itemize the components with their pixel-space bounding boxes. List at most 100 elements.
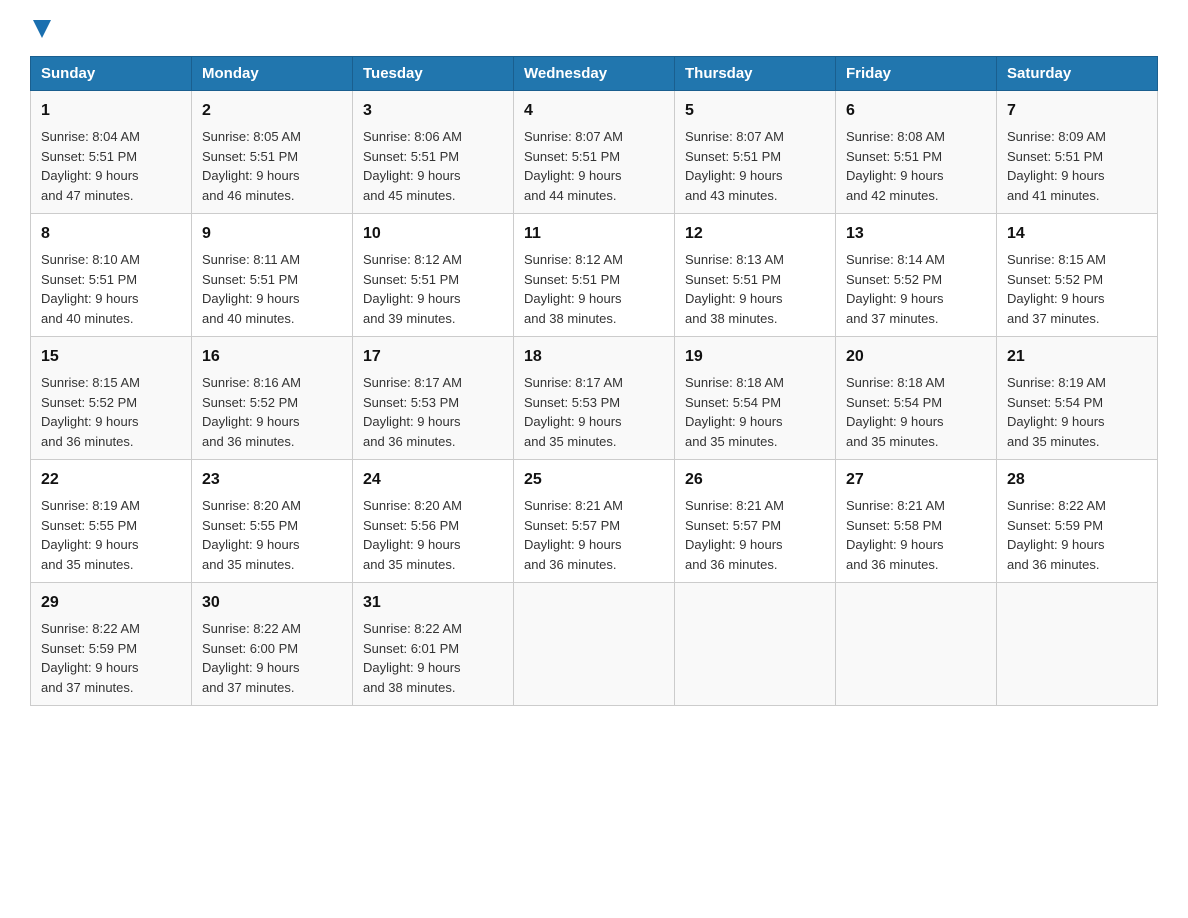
- day-number: 18: [524, 345, 664, 369]
- calendar-cell: [836, 583, 997, 706]
- calendar-cell: 27 Sunrise: 8:21 AMSunset: 5:58 PMDayligh…: [836, 460, 997, 583]
- calendar-cell: 3Sunrise: 8:06 AMSunset: 5:51 PMDaylight…: [353, 91, 514, 214]
- calendar-week-row: 15 Sunrise: 8:15 AMSunset: 5:52 PMDayligh…: [31, 337, 1158, 460]
- calendar-cell: 17 Sunrise: 8:17 AMSunset: 5:53 PMDayligh…: [353, 337, 514, 460]
- calendar-cell: 14Sunrise: 8:15 AMSunset: 5:52 PMDayligh…: [997, 214, 1158, 337]
- logo: [30, 20, 51, 38]
- calendar-cell: 22Sunrise: 8:19 AMSunset: 5:55 PMDayligh…: [31, 460, 192, 583]
- day-number: 21: [1007, 345, 1147, 369]
- logo-blue-text: [30, 20, 51, 38]
- calendar-week-row: 1 Sunrise: 8:04 AMSunset: 5:51 PMDaylight…: [31, 91, 1158, 214]
- day-number: 20: [846, 345, 986, 369]
- day-info: Sunrise: 8:05 AMSunset: 5:51 PMDaylight:…: [202, 127, 342, 205]
- calendar-cell: 16 Sunrise: 8:16 AMSunset: 5:52 PMDayligh…: [192, 337, 353, 460]
- calendar-cell: [675, 583, 836, 706]
- day-info: Sunrise: 8:10 AMSunset: 5:51 PMDaylight:…: [41, 250, 181, 328]
- calendar-cell: 15 Sunrise: 8:15 AMSunset: 5:52 PMDayligh…: [31, 337, 192, 460]
- day-info: Sunrise: 8:18 AMSunset: 5:54 PMDaylight:…: [685, 373, 825, 451]
- weekday-header-friday: Friday: [836, 57, 997, 91]
- weekday-header-thursday: Thursday: [675, 57, 836, 91]
- day-info: Sunrise: 8:17 AMSunset: 5:53 PMDaylight:…: [363, 373, 503, 451]
- weekday-header-sunday: Sunday: [31, 57, 192, 91]
- calendar-cell: 11Sunrise: 8:12 AMSunset: 5:51 PMDayligh…: [514, 214, 675, 337]
- day-info: Sunrise: 8:16 AMSunset: 5:52 PMDaylight:…: [202, 373, 342, 451]
- day-number: 27: [846, 468, 986, 492]
- weekday-header-tuesday: Tuesday: [353, 57, 514, 91]
- day-info: Sunrise: 8:22 AMSunset: 5:59 PMDaylight:…: [41, 619, 181, 697]
- day-info: Sunrise: 8:13 AMSunset: 5:51 PMDaylight:…: [685, 250, 825, 328]
- calendar-cell: 31 Sunrise: 8:22 AMSunset: 6:01 PMDayligh…: [353, 583, 514, 706]
- day-number: 4: [524, 99, 664, 123]
- day-info: Sunrise: 8:06 AMSunset: 5:51 PMDaylight:…: [363, 127, 503, 205]
- day-number: 30: [202, 591, 342, 615]
- day-number: 31: [363, 591, 503, 615]
- calendar-table: SundayMondayTuesdayWednesdayThursdayFrid…: [30, 56, 1158, 706]
- calendar-cell: 23 Sunrise: 8:20 AMSunset: 5:55 PMDayligh…: [192, 460, 353, 583]
- day-info: Sunrise: 8:15 AMSunset: 5:52 PMDaylight:…: [41, 373, 181, 451]
- day-info: Sunrise: 8:22 AMSunset: 6:01 PMDaylight:…: [363, 619, 503, 697]
- day-number: 5: [685, 99, 825, 123]
- day-info: Sunrise: 8:12 AMSunset: 5:51 PMDaylight:…: [363, 250, 503, 328]
- day-number: 15: [41, 345, 181, 369]
- day-number: 19: [685, 345, 825, 369]
- day-info: Sunrise: 8:08 AMSunset: 5:51 PMDaylight:…: [846, 127, 986, 205]
- day-number: 17: [363, 345, 503, 369]
- day-info: Sunrise: 8:04 AMSunset: 5:51 PMDaylight:…: [41, 127, 181, 205]
- calendar-cell: 2 Sunrise: 8:05 AMSunset: 5:51 PMDaylight…: [192, 91, 353, 214]
- day-info: Sunrise: 8:21 AMSunset: 5:58 PMDaylight:…: [846, 496, 986, 574]
- day-number: 22: [41, 468, 181, 492]
- calendar-cell: 28 Sunrise: 8:22 AMSunset: 5:59 PMDayligh…: [997, 460, 1158, 583]
- day-info: Sunrise: 8:21 AMSunset: 5:57 PMDaylight:…: [524, 496, 664, 574]
- calendar-cell: [514, 583, 675, 706]
- calendar-cell: [997, 583, 1158, 706]
- calendar-cell: 30 Sunrise: 8:22 AMSunset: 6:00 PMDayligh…: [192, 583, 353, 706]
- day-number: 16: [202, 345, 342, 369]
- calendar-cell: 5Sunrise: 8:07 AMSunset: 5:51 PMDaylight…: [675, 91, 836, 214]
- day-number: 14: [1007, 222, 1147, 246]
- day-info: Sunrise: 8:22 AMSunset: 6:00 PMDaylight:…: [202, 619, 342, 697]
- calendar-body: 1 Sunrise: 8:04 AMSunset: 5:51 PMDaylight…: [31, 91, 1158, 706]
- day-info: Sunrise: 8:07 AMSunset: 5:51 PMDaylight:…: [524, 127, 664, 205]
- day-info: Sunrise: 8:11 AMSunset: 5:51 PMDaylight:…: [202, 250, 342, 328]
- day-info: Sunrise: 8:18 AMSunset: 5:54 PMDaylight:…: [846, 373, 986, 451]
- day-number: 11: [524, 222, 664, 246]
- weekday-header-wednesday: Wednesday: [514, 57, 675, 91]
- logo-triangle-icon: [33, 20, 51, 38]
- calendar-cell: 18 Sunrise: 8:17 AMSunset: 5:53 PMDayligh…: [514, 337, 675, 460]
- calendar-cell: 7 Sunrise: 8:09 AMSunset: 5:51 PMDaylight…: [997, 91, 1158, 214]
- calendar-cell: 8 Sunrise: 8:10 AMSunset: 5:51 PMDaylight…: [31, 214, 192, 337]
- day-info: Sunrise: 8:20 AMSunset: 5:55 PMDaylight:…: [202, 496, 342, 574]
- day-info: Sunrise: 8:20 AMSunset: 5:56 PMDaylight:…: [363, 496, 503, 574]
- calendar-cell: 6Sunrise: 8:08 AMSunset: 5:51 PMDaylight…: [836, 91, 997, 214]
- day-info: Sunrise: 8:14 AMSunset: 5:52 PMDaylight:…: [846, 250, 986, 328]
- calendar-cell: 10 Sunrise: 8:12 AMSunset: 5:51 PMDayligh…: [353, 214, 514, 337]
- day-number: 2: [202, 99, 342, 123]
- day-number: 8: [41, 222, 181, 246]
- calendar-cell: 12Sunrise: 8:13 AMSunset: 5:51 PMDayligh…: [675, 214, 836, 337]
- day-number: 13: [846, 222, 986, 246]
- day-info: Sunrise: 8:17 AMSunset: 5:53 PMDaylight:…: [524, 373, 664, 451]
- day-number: 10: [363, 222, 503, 246]
- calendar-cell: 21Sunrise: 8:19 AMSunset: 5:54 PMDayligh…: [997, 337, 1158, 460]
- day-number: 24: [363, 468, 503, 492]
- calendar-cell: 29Sunrise: 8:22 AMSunset: 5:59 PMDayligh…: [31, 583, 192, 706]
- day-info: Sunrise: 8:22 AMSunset: 5:59 PMDaylight:…: [1007, 496, 1147, 574]
- day-number: 26: [685, 468, 825, 492]
- calendar-cell: 13 Sunrise: 8:14 AMSunset: 5:52 PMDayligh…: [836, 214, 997, 337]
- calendar-cell: 26 Sunrise: 8:21 AMSunset: 5:57 PMDayligh…: [675, 460, 836, 583]
- calendar-week-row: 8 Sunrise: 8:10 AMSunset: 5:51 PMDaylight…: [31, 214, 1158, 337]
- calendar-cell: 1 Sunrise: 8:04 AMSunset: 5:51 PMDaylight…: [31, 91, 192, 214]
- calendar-cell: 24 Sunrise: 8:20 AMSunset: 5:56 PMDayligh…: [353, 460, 514, 583]
- calendar-header: SundayMondayTuesdayWednesdayThursdayFrid…: [31, 57, 1158, 91]
- day-number: 23: [202, 468, 342, 492]
- day-number: 28: [1007, 468, 1147, 492]
- day-info: Sunrise: 8:09 AMSunset: 5:51 PMDaylight:…: [1007, 127, 1147, 205]
- day-number: 1: [41, 99, 181, 123]
- day-info: Sunrise: 8:21 AMSunset: 5:57 PMDaylight:…: [685, 496, 825, 574]
- calendar-week-row: 22Sunrise: 8:19 AMSunset: 5:55 PMDayligh…: [31, 460, 1158, 583]
- day-number: 7: [1007, 99, 1147, 123]
- weekday-header-saturday: Saturday: [997, 57, 1158, 91]
- calendar-week-row: 29Sunrise: 8:22 AMSunset: 5:59 PMDayligh…: [31, 583, 1158, 706]
- day-number: 25: [524, 468, 664, 492]
- weekday-header-monday: Monday: [192, 57, 353, 91]
